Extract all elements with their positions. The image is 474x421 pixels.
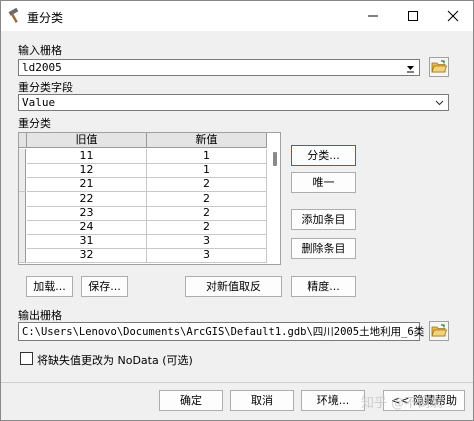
input-raster-value: ld2005 [22,61,62,74]
old-value-cell[interactable]: 24 [27,220,147,235]
save-button[interactable]: 保存... [81,276,128,297]
input-raster-combo[interactable]: ld2005 [18,59,420,76]
close-button[interactable] [433,1,473,31]
row-header[interactable] [19,149,26,164]
classify-button[interactable]: 分类... [291,145,356,166]
new-value-cell[interactable]: 3 [147,248,267,264]
table-scrollbar[interactable] [270,149,280,263]
ok-button[interactable]: 确定 [159,390,223,411]
input-raster-browse-button[interactable] [429,57,449,77]
dropdown-arrow-icon[interactable] [404,62,417,74]
new-value-cell[interactable]: 2 [147,191,267,207]
cancel-button[interactable]: 取消 [230,390,294,411]
new-value-cell[interactable]: 2 [147,177,267,193]
row-header[interactable] [19,191,26,207]
close-icon [447,10,459,22]
old-value-cell[interactable]: 23 [27,205,147,221]
reclass-field-label: 重分类字段 [18,81,73,94]
input-raster-label: 输入栅格 [18,44,62,57]
folder-icon [431,60,448,73]
environments-button[interactable]: 环境... [301,390,365,411]
column-header-new[interactable]: 新值 [147,133,267,148]
reclass-table[interactable]: 旧值 新值 11 1 12 1 21 2 22 2 23 2 24 2 31 3 32 3 [18,132,281,265]
output-raster-label: 输出栅格 [18,309,62,322]
old-value-cell[interactable]: 22 [27,191,147,207]
maximize-icon [408,11,418,21]
precision-button[interactable]: 精度... [291,276,356,297]
chevron-down-icon[interactable] [433,97,446,109]
watermark-text: 知乎 @不倒翁 [361,396,444,411]
hammer-icon [8,8,19,23]
reclass-field-value: Value [22,96,56,109]
reclass-field-select[interactable]: Value [18,94,449,111]
reverse-new-values-button[interactable]: 对新值取反 [185,276,282,297]
old-value-cell[interactable]: 11 [27,149,147,164]
nodata-checkbox[interactable] [20,352,33,365]
output-raster-value: C:\Users\Lenovo\Documents\ArcGIS\Default… [22,326,425,338]
table-corner [19,133,27,148]
minimize-icon [368,15,378,17]
new-value-cell[interactable]: 1 [147,149,267,164]
new-value-cell[interactable]: 3 [147,234,267,250]
new-value-cell[interactable]: 2 [147,220,267,235]
row-header[interactable] [19,220,26,235]
row-header[interactable] [19,234,26,250]
maximize-button[interactable] [393,1,433,31]
old-value-cell[interactable]: 32 [27,248,147,264]
load-button[interactable]: 加载... [26,276,73,297]
row-header[interactable] [19,177,26,193]
title-bar: 重分类 [1,1,473,31]
old-value-cell[interactable]: 12 [27,163,147,179]
delete-entry-button[interactable]: 删除条目 [291,238,356,259]
window-title: 重分类 [27,11,64,25]
reclassification-label: 重分类 [18,117,51,130]
output-raster-input[interactable]: C:\Users\Lenovo\Documents\ArcGIS\Default… [18,322,424,341]
unique-button[interactable]: 唯一 [291,172,356,193]
row-header[interactable] [19,248,26,264]
old-value-cell[interactable]: 31 [27,234,147,250]
new-value-cell[interactable]: 2 [147,205,267,221]
new-value-cell[interactable]: 1 [147,163,267,179]
nodata-checkbox-label: 将缺失值更改为 NoData (可选) [37,354,193,367]
row-header[interactable] [19,163,26,179]
footer-divider [1,382,473,383]
scrollbar-thumb[interactable] [273,152,277,166]
folder-icon [431,324,448,337]
old-value-cell[interactable]: 21 [27,177,147,193]
row-header[interactable] [19,205,26,221]
reclassify-dialog: 重分类 输入栅格 ld2005 重分类字段 Value 重分类 旧值 新值 11… [0,0,474,421]
output-raster-browse-button[interactable] [429,321,449,341]
minimize-button[interactable] [353,1,393,31]
add-entry-button[interactable]: 添加条目 [291,209,356,230]
column-header-old[interactable]: 旧值 [27,133,147,148]
